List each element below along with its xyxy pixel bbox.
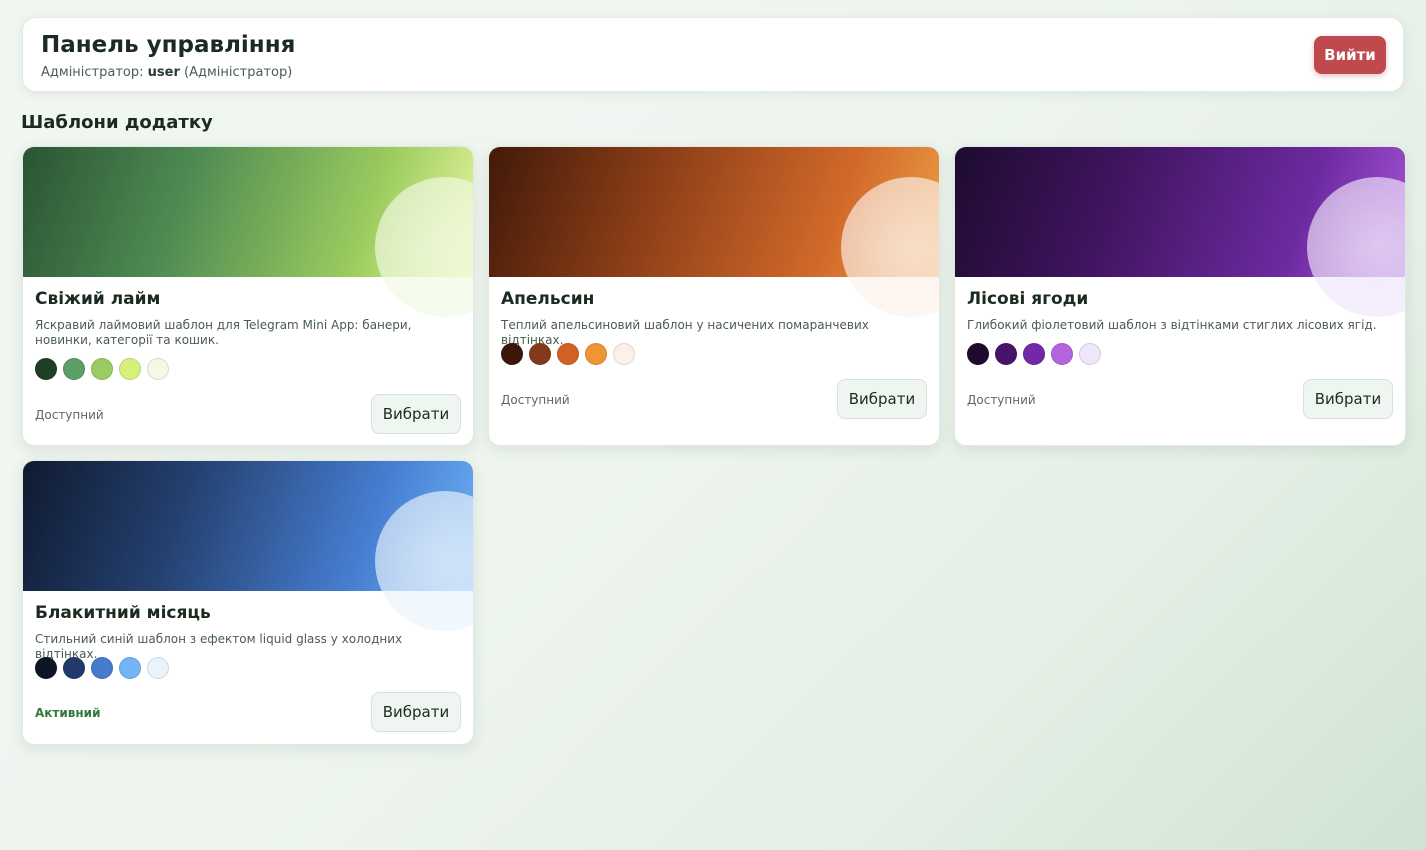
template-card-orange: Апельсин Теплий апельсиновий шаблон у на… <box>488 146 940 446</box>
template-status: Доступний <box>35 408 104 422</box>
palette-swatch <box>35 358 57 380</box>
palette-swatch <box>147 358 169 380</box>
palette-swatch <box>1079 343 1101 365</box>
palette-swatch <box>91 657 113 679</box>
select-template-button[interactable]: Вибрати <box>837 379 927 419</box>
template-name: Лісові ягоди <box>967 289 1089 309</box>
template-status: Доступний <box>967 393 1036 407</box>
template-name: Блакитний місяць <box>35 603 211 623</box>
color-palette <box>967 343 1101 365</box>
logout-button[interactable]: Вийти <box>1314 36 1386 74</box>
palette-swatch <box>1051 343 1073 365</box>
template-card-blue-moon: Блакитний місяць Стильний синій шаблон з… <box>22 460 474 745</box>
palette-swatch <box>501 343 523 365</box>
palette-swatch <box>613 343 635 365</box>
template-description: Яскравий лаймовий шаблон для Telegram Mi… <box>35 318 412 347</box>
palette-swatch <box>967 343 989 365</box>
palette-swatch <box>63 358 85 380</box>
color-palette <box>35 657 169 679</box>
select-template-button[interactable]: Вибрати <box>1303 379 1393 419</box>
color-palette <box>501 343 635 365</box>
template-status: Доступний <box>501 393 570 407</box>
palette-swatch <box>147 657 169 679</box>
template-card-lime: Свіжий лайм Яскравий лаймовий шаблон для… <box>22 146 474 446</box>
palette-swatch <box>585 343 607 365</box>
palette-swatch <box>35 657 57 679</box>
template-status: Активний <box>35 706 101 720</box>
palette-swatch <box>1023 343 1045 365</box>
admin-prefix: Адміністратор: <box>41 65 144 80</box>
template-description: Глибокий фіолетовий шаблон з відтінками … <box>967 318 1377 332</box>
admin-role: (Адміністратор) <box>184 65 293 80</box>
select-template-button[interactable]: Вибрати <box>371 394 461 434</box>
palette-swatch <box>91 358 113 380</box>
template-name: Апельсин <box>501 289 595 309</box>
admin-username: user <box>147 65 180 80</box>
template-card-berries: Лісові ягоди Глибокий фіолетовий шаблон … <box>954 146 1406 446</box>
dashboard-header: Панель управління Адміністратор: user (А… <box>22 17 1404 92</box>
palette-swatch <box>557 343 579 365</box>
palette-swatch <box>529 343 551 365</box>
palette-swatch <box>119 358 141 380</box>
palette-swatch <box>119 657 141 679</box>
color-palette <box>35 358 169 380</box>
admin-info: Адміністратор: user (Адміністратор) <box>41 65 292 80</box>
select-template-button[interactable]: Вибрати <box>371 692 461 732</box>
page-title: Панель управління <box>41 32 296 58</box>
palette-swatch <box>63 657 85 679</box>
template-name: Свіжий лайм <box>35 289 161 309</box>
palette-swatch <box>995 343 1017 365</box>
section-title-templates: Шаблони додатку <box>21 112 213 133</box>
